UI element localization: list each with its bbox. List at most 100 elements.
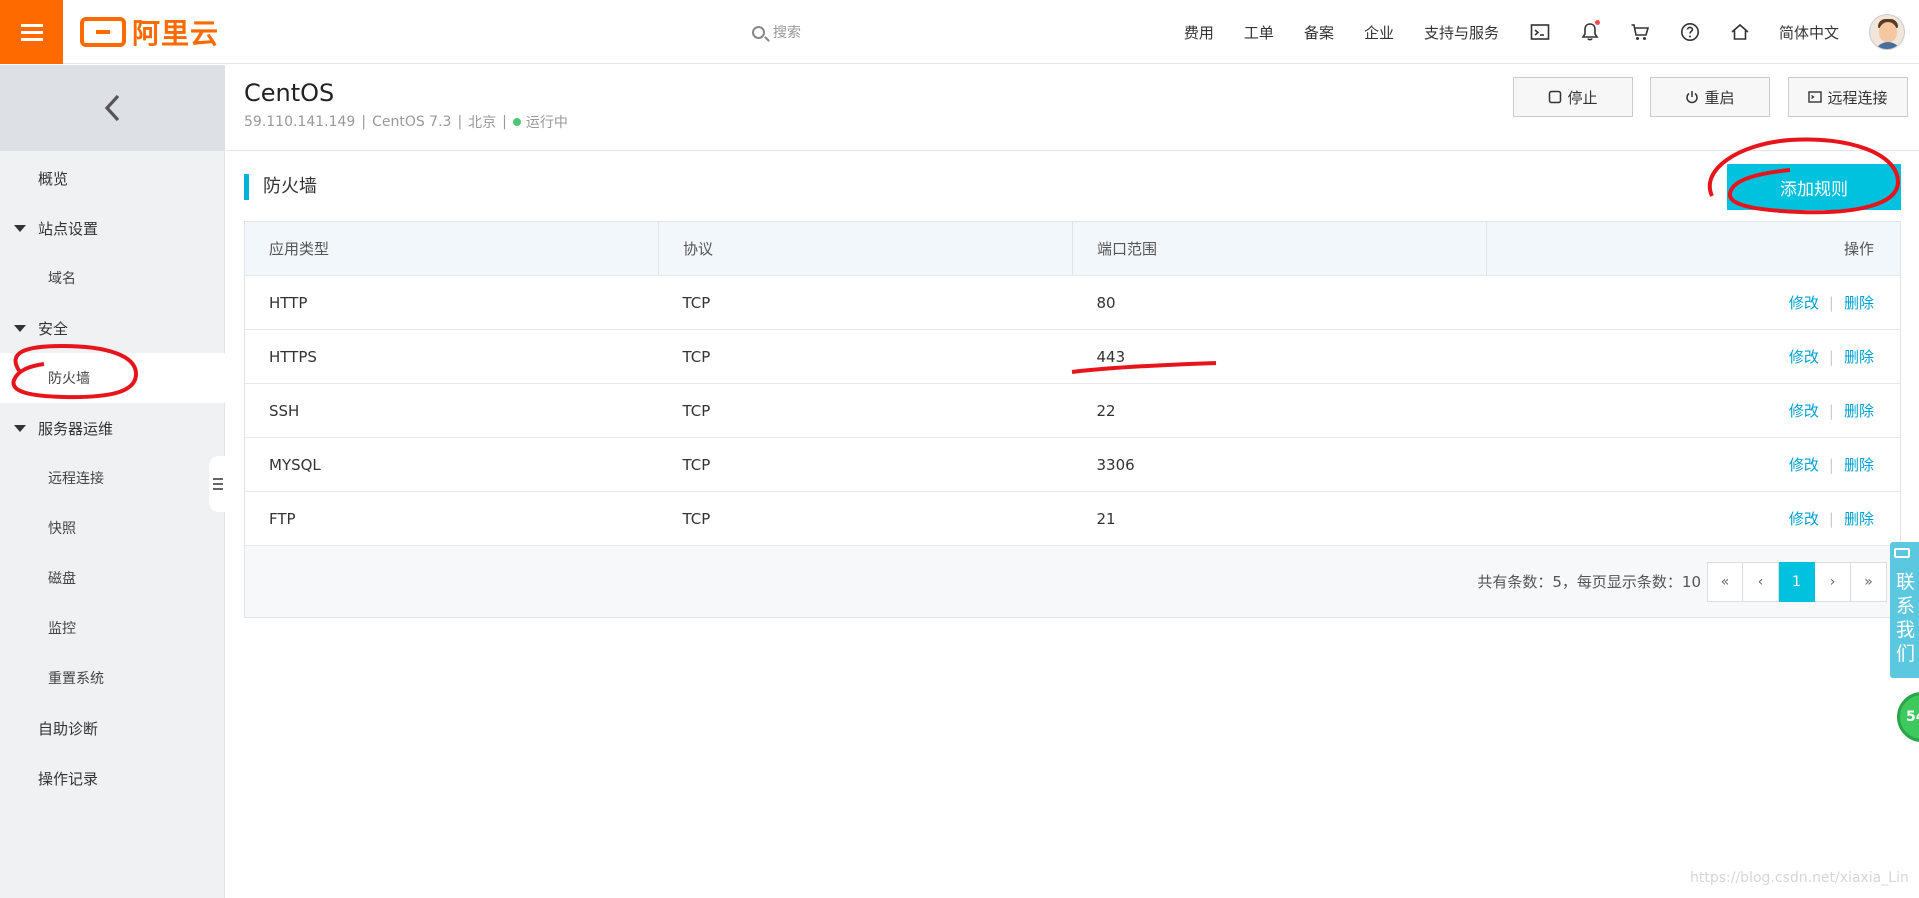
instance-name: CentOS — [244, 79, 335, 107]
stop-button[interactable]: 停止 — [1513, 77, 1633, 117]
table-row: FTP TCP 21 修改 | 删除 — [244, 491, 1901, 546]
sidebar-item-label: 重置系统 — [48, 671, 104, 687]
edit-link[interactable]: 修改 — [1789, 348, 1819, 366]
column-header-protocol: 协议 — [658, 221, 1073, 276]
delete-link[interactable]: 删除 — [1844, 294, 1874, 312]
sidebar-item-overview[interactable]: 概览 — [0, 153, 225, 203]
home-icon[interactable] — [1729, 21, 1751, 43]
cell-app-type: MYSQL — [244, 437, 659, 492]
column-header-port-range: 端口范围 — [1072, 221, 1487, 276]
table-row: SSH TCP 22 修改 | 删除 — [244, 383, 1901, 438]
terminal-icon — [1808, 91, 1823, 103]
sidebar-menu: 概览 站点设置 域名 安全 防火墙 服务器运维 远程连接 快照 磁盘 监控 重置… — [0, 153, 225, 803]
sidebar-item-label: 防火墙 — [48, 371, 90, 387]
page-1-button[interactable]: 1 — [1779, 562, 1815, 602]
cell-port: 80 — [1072, 275, 1487, 330]
sidebar-item-domain[interactable]: 域名 — [0, 253, 225, 303]
floating-badge-button[interactable]: 54 — [1897, 692, 1919, 742]
sidebar-back-button[interactable] — [0, 65, 225, 151]
menu-toggle-button[interactable] — [0, 0, 63, 64]
restart-button[interactable]: 重启 — [1650, 77, 1770, 117]
top-nav-links: 费用 工单 备案 企业 支持与服务 简体中文 — [1184, 0, 1919, 64]
prev-page-button[interactable]: ‹ — [1743, 562, 1779, 602]
edit-link[interactable]: 修改 — [1789, 456, 1819, 474]
sidebar-item-label: 快照 — [48, 521, 76, 537]
hamburger-icon — [20, 30, 43, 34]
aliyun-logo[interactable]: 阿里云 — [80, 16, 219, 50]
remote-connect-button[interactable]: 远程连接 — [1788, 77, 1908, 117]
instance-status: 运行中 — [525, 115, 568, 131]
nav-enterprise[interactable]: 企业 — [1364, 22, 1394, 43]
contact-us-widget[interactable]: 联系我们 — [1890, 542, 1919, 678]
add-rule-button[interactable]: 添加规则 — [1727, 164, 1901, 210]
cell-app-type: FTP — [244, 491, 659, 546]
sidebar-item-label: 远程连接 — [48, 471, 104, 487]
sidebar-collapse-handle[interactable] — [209, 456, 227, 512]
help-icon[interactable] — [1679, 21, 1701, 43]
notification-dot — [1594, 20, 1600, 25]
chat-icon — [1894, 548, 1910, 558]
sidebar-item-label: 域名 — [48, 271, 76, 287]
cell-actions: 修改 | 删除 — [1486, 275, 1901, 330]
sidebar-item-label: 服务器运维 — [38, 419, 114, 438]
delete-link[interactable]: 删除 — [1844, 456, 1874, 474]
cart-icon[interactable] — [1629, 21, 1651, 43]
cell-app-type: SSH — [244, 383, 659, 438]
delete-link[interactable]: 删除 — [1844, 402, 1874, 420]
left-sidebar: 概览 站点设置 域名 安全 防火墙 服务器运维 远程连接 快照 磁盘 监控 重置… — [0, 65, 225, 898]
cell-actions: 修改 | 删除 — [1486, 383, 1901, 438]
nav-tickets[interactable]: 工单 — [1244, 22, 1274, 43]
sidebar-item-disk[interactable]: 磁盘 — [0, 553, 225, 603]
table-header-row: 应用类型 协议 端口范围 操作 — [244, 221, 1901, 276]
edit-link[interactable]: 修改 — [1789, 402, 1819, 420]
list-icon — [213, 483, 223, 485]
language-switch[interactable]: 简体中文 — [1779, 22, 1839, 43]
cell-port: 21 — [1072, 491, 1487, 546]
instance-os: CentOS 7.3 — [372, 114, 452, 130]
contact-us-label: 联系我们 — [1896, 571, 1916, 665]
sidebar-item-self-diagnosis[interactable]: 自助诊断 — [0, 703, 225, 753]
last-page-button[interactable]: » — [1851, 562, 1887, 602]
delete-link[interactable]: 删除 — [1844, 348, 1874, 366]
table-row: HTTP TCP 80 修改 | 删除 — [244, 275, 1901, 330]
terminal-icon[interactable] — [1529, 21, 1551, 43]
bell-icon[interactable] — [1579, 20, 1601, 43]
table-row: MYSQL TCP 3306 修改 | 删除 — [244, 437, 1901, 492]
sidebar-item-operation-log[interactable]: 操作记录 — [0, 753, 225, 803]
sidebar-item-label: 操作记录 — [38, 769, 99, 788]
first-page-button[interactable]: « — [1707, 562, 1743, 602]
nav-icp[interactable]: 备案 — [1304, 22, 1334, 43]
pagination-bar: 共有条数：5，每页显示条数：10 « ‹ 1 › » — [244, 546, 1901, 618]
sidebar-group-site-settings[interactable]: 站点设置 — [0, 203, 225, 253]
power-icon — [1686, 91, 1699, 104]
edit-link[interactable]: 修改 — [1789, 510, 1819, 528]
cell-protocol: TCP — [658, 383, 1073, 438]
caret-down-icon — [14, 425, 26, 432]
sidebar-item-reset-system[interactable]: 重置系统 — [0, 653, 225, 703]
nav-fees[interactable]: 费用 — [1184, 22, 1214, 43]
next-page-button[interactable]: › — [1815, 562, 1851, 602]
sidebar-item-firewall[interactable]: 防火墙 — [0, 353, 225, 403]
caret-down-icon — [14, 225, 26, 232]
instance-region: 北京 — [468, 115, 497, 131]
status-dot-icon — [512, 118, 521, 126]
sidebar-group-security[interactable]: 安全 — [0, 303, 225, 353]
search-box[interactable]: 搜索 — [752, 20, 801, 44]
edit-link[interactable]: 修改 — [1789, 294, 1819, 312]
sidebar-item-remote-connect[interactable]: 远程连接 — [0, 453, 225, 503]
nav-support[interactable]: 支持与服务 — [1424, 22, 1499, 43]
delete-link[interactable]: 删除 — [1844, 510, 1874, 528]
stop-icon — [1549, 90, 1562, 104]
caret-down-icon — [14, 325, 26, 332]
instance-ip: 59.110.141.149 — [244, 114, 356, 130]
sidebar-item-monitor[interactable]: 监控 — [0, 603, 225, 653]
search-icon — [752, 25, 765, 39]
sidebar-item-label: 自助诊断 — [38, 719, 99, 738]
sidebar-item-label: 安全 — [38, 319, 69, 338]
cell-actions: 修改 | 删除 — [1486, 329, 1901, 384]
top-navigation-bar: 阿里云 搜索 费用 工单 备案 企业 支持与服务 简体中文 — [0, 0, 1919, 64]
cell-port: 3306 — [1072, 437, 1487, 492]
sidebar-group-server-ops[interactable]: 服务器运维 — [0, 403, 225, 453]
user-avatar[interactable] — [1869, 14, 1905, 50]
sidebar-item-snapshot[interactable]: 快照 — [0, 503, 225, 553]
